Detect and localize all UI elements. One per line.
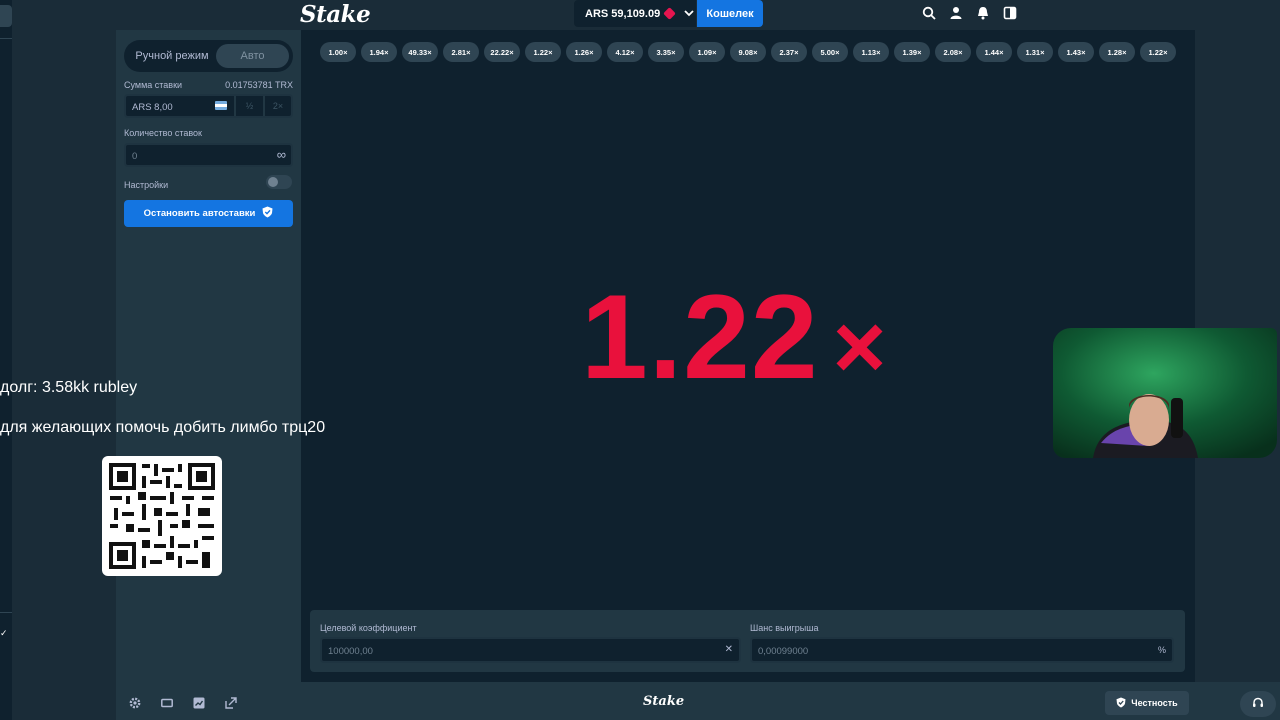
- bets-count-value: 0: [132, 151, 138, 162]
- multiplier-value: 1.22: [581, 270, 819, 404]
- bets-count-field[interactable]: 0 ∞: [124, 143, 293, 167]
- fairness-label: Честность: [1131, 698, 1178, 708]
- left-rail: ✓: [0, 0, 12, 720]
- search-icon[interactable]: [922, 6, 936, 20]
- top-bar: Stake ARS 59,109.09 Кошелек: [12, 0, 1280, 30]
- history-chip[interactable]: 1.28×: [1099, 42, 1135, 62]
- target-multiplier-field[interactable]: 100000,00 ✕: [320, 637, 741, 663]
- donation-qr-code: [102, 456, 222, 576]
- tab-manual[interactable]: Ручной режим: [128, 44, 216, 68]
- history-chip[interactable]: 1.00×: [320, 42, 356, 62]
- headset-icon: [1252, 697, 1264, 712]
- rail-tab[interactable]: [0, 5, 12, 27]
- rail-divider: [0, 38, 12, 39]
- history-chip[interactable]: 1.22×: [525, 42, 561, 62]
- rail-check-icon[interactable]: ✓: [0, 628, 8, 639]
- target-multiplier-value: 100000,00: [328, 646, 373, 657]
- history-chip[interactable]: 3.35×: [648, 42, 684, 62]
- theatre-mode-icon[interactable]: [161, 696, 173, 708]
- chevron-down-icon: [684, 9, 694, 19]
- history-chip[interactable]: 1.94×: [361, 42, 397, 62]
- toggle-knob: [268, 177, 278, 187]
- bet-sidebar: Ручной режим Авто Сумма ставки 0.0175378…: [116, 30, 301, 682]
- rail-divider: [0, 612, 12, 613]
- settings-toggle[interactable]: [266, 175, 292, 189]
- history-chip[interactable]: 1.43×: [1058, 42, 1094, 62]
- win-chance-label: Шанс выигрыша: [750, 623, 819, 633]
- bet-amount-value: ARS 8,00: [132, 102, 173, 113]
- history-chip[interactable]: 1.31×: [1017, 42, 1053, 62]
- win-chance-value: 0,00099000: [758, 646, 809, 657]
- multiplier-suffix: ×: [832, 296, 888, 398]
- user-icon[interactable]: [949, 6, 963, 20]
- footer-stake-logo: Stake: [643, 694, 685, 709]
- history-chip[interactable]: 49.33×: [402, 42, 438, 62]
- history-chip[interactable]: 4.12×: [607, 42, 643, 62]
- bets-count-label: Количество ставок: [124, 128, 202, 138]
- wallet-button[interactable]: Кошелек: [697, 0, 763, 27]
- bet-amount-field[interactable]: ARS 8,00 ½ 2×: [124, 94, 293, 118]
- multiplier-display: 1.22 ×: [581, 268, 887, 406]
- bet-amount-crypto: 0.01753781 TRX: [225, 80, 293, 90]
- history-chip[interactable]: 1.39×: [894, 42, 930, 62]
- history-chip[interactable]: 1.13×: [853, 42, 889, 62]
- gear-icon[interactable]: [129, 696, 141, 709]
- currency-gem-icon: [663, 7, 677, 20]
- sidebar-toggle-icon[interactable]: [1003, 6, 1017, 20]
- stats-chart-icon[interactable]: [193, 696, 205, 709]
- history-chip[interactable]: 1.22×: [1140, 42, 1176, 62]
- stop-autobet-label: Остановить автоставки: [143, 208, 256, 219]
- fairness-shield-icon: [1116, 697, 1126, 710]
- balance-dropdown[interactable]: ARS 59,109.09: [574, 0, 696, 27]
- clear-icon[interactable]: ✕: [725, 644, 733, 655]
- result-history: 1.00× 1.94× 49.33× 2.81× 22.22× 1.22× 1.26× 4.1…: [320, 42, 1176, 62]
- bell-icon[interactable]: [976, 6, 990, 20]
- balance-value: ARS 59,109.09: [585, 7, 661, 20]
- webcam-feed: [1053, 328, 1277, 458]
- limbo-controls-panel: Целевой коэффициент 100000,00 ✕ Шанс выи…: [310, 610, 1185, 672]
- popout-icon[interactable]: [225, 696, 237, 709]
- history-chip[interactable]: 2.08×: [935, 42, 971, 62]
- history-chip[interactable]: 2.37×: [771, 42, 807, 62]
- ars-flag-icon: [215, 101, 227, 110]
- infinity-icon: ∞: [276, 147, 286, 162]
- help-overlay-text: для желающих помочь добить лимбо трц20: [0, 419, 326, 436]
- bottom-toolbar: Stake Честность: [116, 682, 1280, 720]
- history-chip[interactable]: 1.09×: [689, 42, 725, 62]
- target-multiplier-label: Целевой коэффициент: [320, 623, 417, 633]
- percent-icon: %: [1157, 645, 1166, 655]
- stop-autobet-button[interactable]: Остановить автоставки: [124, 200, 293, 227]
- half-bet-button[interactable]: ½: [234, 96, 263, 116]
- history-chip[interactable]: 22.22×: [484, 42, 520, 62]
- bet-amount-label: Сумма ставки: [124, 80, 183, 90]
- support-button[interactable]: [1240, 691, 1276, 717]
- history-chip[interactable]: 2.81×: [443, 42, 479, 62]
- double-bet-button[interactable]: 2×: [263, 96, 291, 116]
- settings-label: Настройки: [124, 180, 169, 190]
- win-chance-field[interactable]: 0,00099000 %: [750, 637, 1174, 663]
- history-chip[interactable]: 5.00×: [812, 42, 848, 62]
- fairness-button[interactable]: Честность: [1105, 691, 1189, 715]
- mode-toggle: Ручной режим Авто: [124, 40, 293, 72]
- tab-auto[interactable]: Авто: [216, 44, 289, 68]
- shield-icon: [262, 206, 273, 221]
- debt-overlay-text: долг: 3.58kk rubley: [0, 379, 138, 396]
- history-chip[interactable]: 9.08×: [730, 42, 766, 62]
- history-chip[interactable]: 1.26×: [566, 42, 602, 62]
- history-chip[interactable]: 1.44×: [976, 42, 1012, 62]
- stake-logo[interactable]: Stake: [300, 1, 371, 28]
